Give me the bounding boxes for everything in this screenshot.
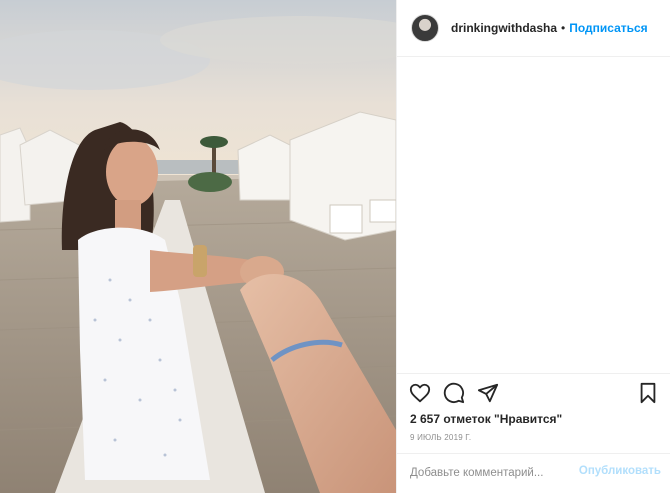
instagram-post: drinkingwithdasha • Подписаться 2 657 от… bbox=[0, 0, 670, 493]
actions-section: 2 657 отметок "Нравится" 9 ИЮЛЬ 2019 Г. bbox=[397, 373, 670, 453]
username-link[interactable]: drinkingwithdasha bbox=[451, 21, 557, 35]
bookmark-icon[interactable] bbox=[637, 382, 659, 404]
post-date: 9 ИЮЛЬ 2019 Г. bbox=[410, 433, 472, 442]
separator-dot: • bbox=[561, 21, 566, 35]
comment-bar: Опубликовать bbox=[397, 453, 670, 493]
beach-photo-illustration bbox=[0, 0, 396, 493]
heart-icon[interactable] bbox=[409, 382, 431, 404]
post-header: drinkingwithdasha • Подписаться bbox=[397, 0, 670, 57]
post-side-panel: drinkingwithdasha • Подписаться 2 657 от… bbox=[396, 0, 670, 493]
speech-bubble-icon[interactable] bbox=[443, 382, 465, 404]
paper-plane-icon[interactable] bbox=[477, 382, 499, 404]
publish-button[interactable]: Опубликовать bbox=[579, 465, 661, 477]
comments-area bbox=[397, 57, 670, 373]
likes-count[interactable]: 2 657 отметок "Нравится" bbox=[410, 412, 562, 426]
comment-input[interactable] bbox=[410, 463, 580, 483]
avatar[interactable] bbox=[411, 14, 439, 42]
follow-button[interactable]: Подписаться bbox=[569, 21, 647, 35]
post-photo[interactable] bbox=[0, 0, 396, 493]
action-icons bbox=[409, 382, 499, 404]
